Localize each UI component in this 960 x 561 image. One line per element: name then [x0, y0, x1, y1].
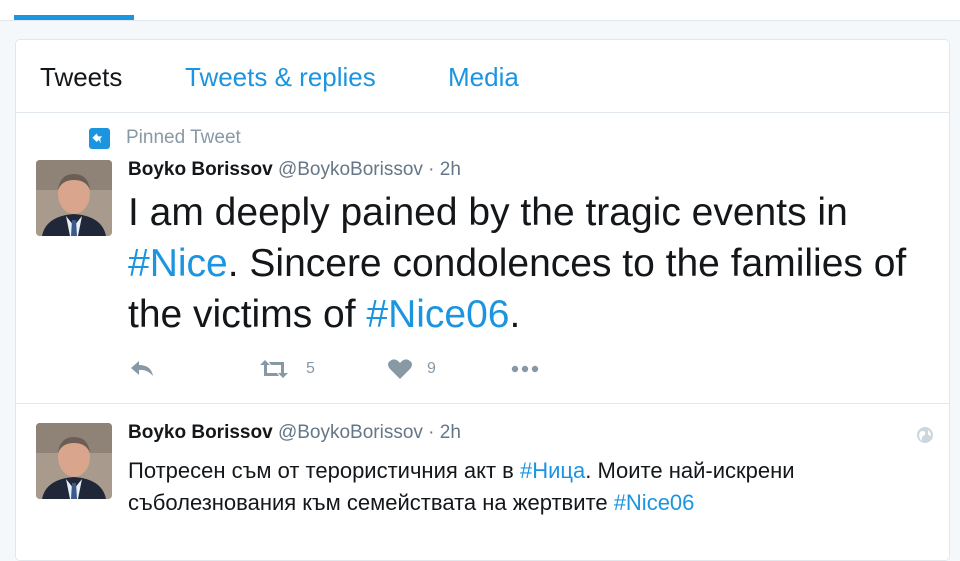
timeline-tabs: Tweets Tweets & replies Media — [16, 40, 949, 113]
tweet-header: Boyko Borissov @BoykoBorissov · 2h — [128, 421, 461, 445]
author-name[interactable]: Boyko Borissov — [128, 159, 273, 180]
reply-button[interactable] — [128, 355, 168, 383]
tweet[interactable]: Boyko Borissov @BoykoBorissov · 2h Потре… — [16, 404, 949, 560]
avatar[interactable] — [36, 423, 112, 499]
active-nav-indicator — [14, 15, 134, 20]
top-navigation-strip — [0, 0, 960, 21]
tab-tweets-and-replies[interactable]: Tweets & replies — [185, 60, 376, 94]
author-name[interactable]: Boyko Borissov — [128, 422, 273, 443]
author-handle[interactable]: @BoykoBorissov — [278, 159, 423, 180]
tweet-pinned[interactable]: Pinned Tweet Boyko Borissov @BoykoBoriss… — [16, 113, 949, 404]
tweet-text-part: . — [509, 293, 521, 336]
hashtag-link[interactable]: #Nice06 — [614, 490, 695, 515]
tweet-timestamp[interactable]: 2h — [440, 159, 461, 180]
like-count: 9 — [427, 360, 436, 377]
profile-timeline: Tweets Tweets & replies Media Pinned Twe… — [15, 39, 950, 561]
retweet-count: 5 — [306, 360, 315, 377]
reply-icon — [131, 361, 153, 376]
tweet-timestamp[interactable]: 2h — [440, 422, 461, 443]
tweet-actions: 5 9 — [128, 355, 588, 383]
hashtag-link[interactable]: #Ница — [520, 458, 585, 483]
tweet-text: I am deeply pained by the tragic events … — [128, 187, 938, 340]
header-separator: · — [428, 422, 435, 443]
author-handle[interactable]: @BoykoBorissov — [278, 422, 423, 443]
hashtag-link[interactable]: #Nice06 — [366, 293, 509, 336]
pinned-tweet-label: Pinned Tweet — [126, 127, 241, 148]
tweet-text: Потресен съм от терористичния акт в #Ниц… — [128, 455, 918, 519]
like-button[interactable]: 9 — [386, 355, 446, 383]
tab-media[interactable]: Media — [448, 60, 519, 94]
retweet-button[interactable]: 5 — [257, 355, 327, 383]
more-icon — [511, 365, 539, 373]
tweet-header: Boyko Borissov @BoykoBorissov · 2h — [128, 158, 461, 182]
pin-icon — [89, 128, 110, 149]
tab-tweets[interactable]: Tweets — [40, 60, 122, 94]
globe-icon[interactable] — [916, 426, 934, 444]
avatar[interactable] — [36, 160, 112, 236]
retweet-icon — [260, 360, 288, 378]
header-separator: · — [428, 159, 435, 180]
hashtag-link[interactable]: #Nice — [128, 242, 228, 285]
more-options-button[interactable] — [510, 355, 546, 383]
tweet-text-part: I am deeply pained by the tragic events … — [128, 191, 848, 234]
tweet-text-part: Потресен съм от терористичния акт в — [128, 458, 520, 483]
heart-icon — [388, 359, 412, 379]
